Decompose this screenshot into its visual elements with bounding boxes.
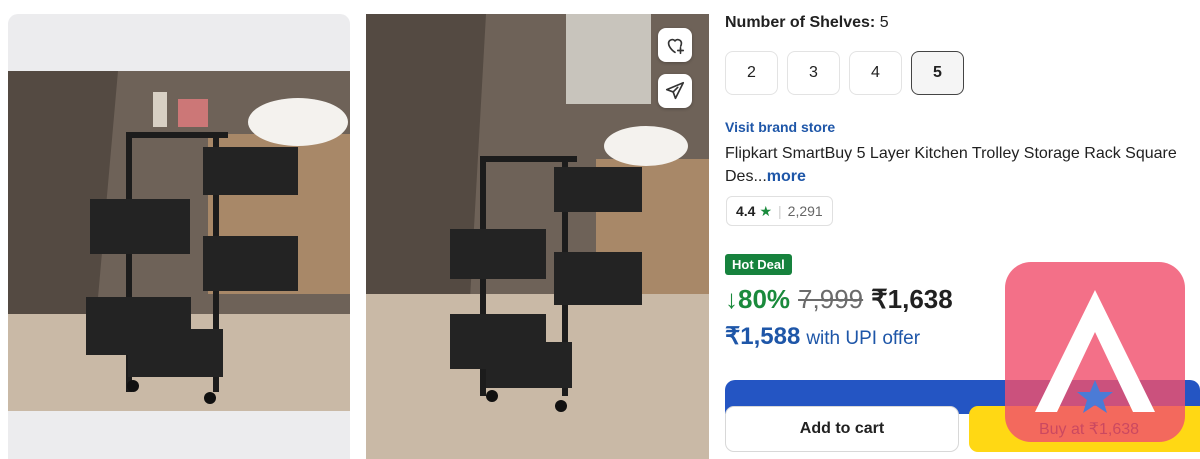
shelves-option-2[interactable]: 2	[725, 51, 778, 95]
product-title: Flipkart SmartBuy 5 Layer Kitchen Trolle…	[725, 142, 1195, 188]
add-to-cart-button[interactable]: Add to cart	[725, 406, 959, 452]
upi-price: ₹1,588	[725, 323, 801, 350]
mrp-price: 7,999	[798, 284, 864, 314]
hot-deal-badge: Hot Deal	[725, 254, 792, 275]
visit-brand-store-link[interactable]: Visit brand store	[725, 119, 835, 135]
rating-count: 2,291	[787, 203, 823, 219]
upi-offer-text: with UPI offer	[806, 328, 921, 349]
shelves-option-4[interactable]: 4	[849, 51, 902, 95]
wishlist-button[interactable]	[658, 28, 692, 62]
more-link[interactable]: more	[767, 168, 806, 185]
shelves-option-5[interactable]: 5	[911, 51, 964, 95]
heart-plus-icon	[667, 38, 685, 55]
rating-badge[interactable]: 4.4 ★ | 2,291	[726, 196, 833, 226]
shelves-selected-value: 5	[879, 14, 889, 31]
trolley-photo	[8, 71, 350, 411]
logo-icon	[1035, 290, 1155, 413]
send-icon	[665, 81, 685, 100]
app-logo-watermark	[1005, 262, 1185, 442]
shelves-label: Number of Shelves: 5	[725, 14, 889, 32]
rating-value: 4.4	[736, 203, 756, 219]
share-button[interactable]	[658, 74, 692, 108]
star-icon: ★	[759, 202, 773, 219]
shelves-options: 2 3 4 5	[725, 51, 964, 95]
upi-offer: ₹1,588 with UPI offer	[725, 322, 920, 351]
shelves-option-3[interactable]: 3	[787, 51, 840, 95]
product-image-1[interactable]	[8, 14, 350, 459]
sale-price: ₹1,638	[871, 284, 953, 314]
product-image-2[interactable]	[366, 14, 709, 459]
price-row: ↓80% 7,999 ₹1,638	[725, 284, 953, 315]
rating-divider: |	[778, 203, 782, 219]
discount-percent: ↓80%	[725, 284, 791, 314]
shelves-label-text: Number of Shelves:	[725, 14, 876, 31]
